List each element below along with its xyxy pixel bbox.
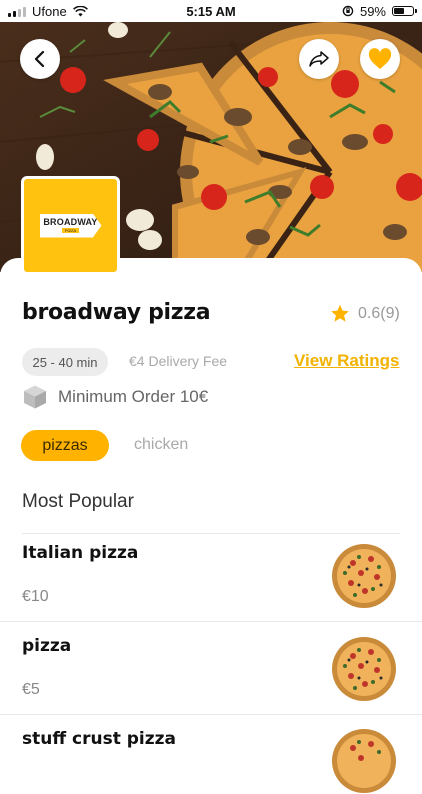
minimum-order: Minimum Order 10€ (22, 384, 208, 410)
pizza-thumbnail (332, 544, 396, 608)
rating-value: 0.6(9) (358, 304, 400, 322)
status-right: 59% (342, 3, 417, 19)
battery-icon (392, 6, 417, 16)
battery-percent: 59% (359, 3, 386, 19)
logo-badge: BROADWAY PIZZA (39, 213, 102, 238)
divider (22, 533, 400, 534)
item-price: €5 (22, 681, 40, 698)
item-name: Italian pizza (22, 543, 139, 563)
category-tab-chicken[interactable]: chicken (134, 436, 188, 454)
status-left: Ufone (8, 4, 88, 19)
favorite-button[interactable] (360, 39, 400, 79)
star-icon (331, 304, 349, 322)
delivery-time: 25 - 40 min (32, 354, 98, 370)
pizza-thumbnail (332, 729, 396, 793)
restaurant-logo: BROADWAY PIZZA (21, 176, 120, 275)
status-time: 5:15 AM (186, 3, 236, 19)
delivery-fee: €4 Delivery Fee (129, 353, 228, 369)
box-icon (24, 385, 46, 409)
divider (0, 621, 422, 622)
signal-icon (8, 6, 26, 17)
item-price: €10 (22, 588, 49, 605)
item-name: stuff crust pizza (22, 729, 177, 749)
delivery-time-chip: 25 - 40 min (22, 348, 108, 376)
rating: 0.6(9) (330, 304, 400, 323)
back-arrow-icon (34, 51, 45, 67)
wifi-icon (72, 5, 88, 16)
status-bar: Ufone 5:15 AM 59% (0, 0, 422, 22)
category-tab-label: pizzas (42, 436, 88, 454)
carrier-label: Ufone (32, 3, 67, 19)
category-tab-pizzas[interactable]: pizzas (21, 430, 109, 461)
orientation-lock-icon (342, 5, 354, 17)
logo-text: BROADWAY (43, 217, 98, 227)
view-ratings-link[interactable]: View Ratings (294, 351, 400, 371)
restaurant-name: broadway pizza (22, 300, 211, 325)
pizza-thumbnail (332, 637, 396, 701)
divider (0, 714, 422, 715)
minimum-order-label: Minimum Order 10€ (58, 387, 209, 406)
heart-icon (368, 48, 392, 69)
item-name: pizza (22, 636, 72, 656)
back-button[interactable] (20, 39, 60, 79)
share-button[interactable] (299, 39, 339, 79)
share-icon (309, 51, 329, 67)
section-title: Most Popular (22, 491, 134, 512)
logo-subtext: PIZZA (61, 228, 80, 233)
